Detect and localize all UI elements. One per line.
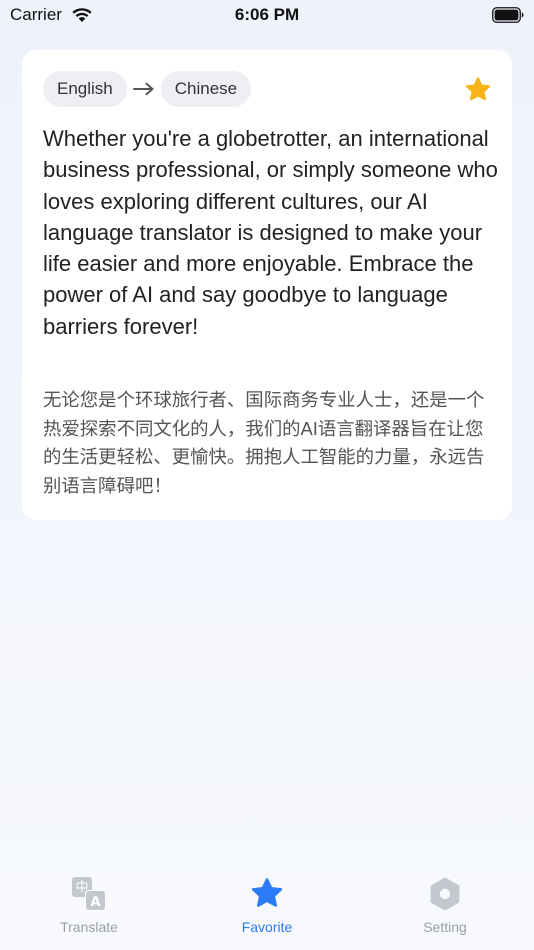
arrow-right-icon [127, 82, 161, 96]
translate-icon: 中 A [72, 877, 106, 911]
tab-favorite[interactable]: Favorite [178, 870, 356, 950]
star-icon [251, 878, 283, 907]
translated-text: 无论您是个环球旅行者、国际商务专业人士，还是一个热爱探索不同文化的人，我们的AI… [43, 389, 485, 496]
svg-text:A: A [90, 895, 100, 910]
battery-full-icon [492, 7, 524, 23]
language-pair: English Chinese [43, 71, 252, 107]
tab-bar: 中 A Translate Favorite Setting [0, 870, 534, 950]
star-filled-icon[interactable] [464, 76, 492, 104]
source-language-badge: English [43, 71, 127, 107]
gear-icon [430, 877, 460, 911]
tab-favorite-label: Favorite [241, 919, 293, 935]
tab-setting[interactable]: Setting [356, 870, 534, 950]
status-bar: Carrier 6:06 PM [0, 0, 534, 30]
tab-translate-label: Translate [60, 919, 118, 935]
clock: 6:06 PM [234, 5, 300, 24]
target-language-badge: Chinese [160, 71, 252, 107]
source-text: Whether you're a globetrotter, an intern… [43, 126, 498, 339]
tab-setting-label: Setting [423, 919, 467, 935]
favorite-translation-card[interactable]: English Chinese Whether you're a globetr… [22, 50, 512, 520]
tab-translate[interactable]: 中 A Translate [0, 870, 178, 950]
